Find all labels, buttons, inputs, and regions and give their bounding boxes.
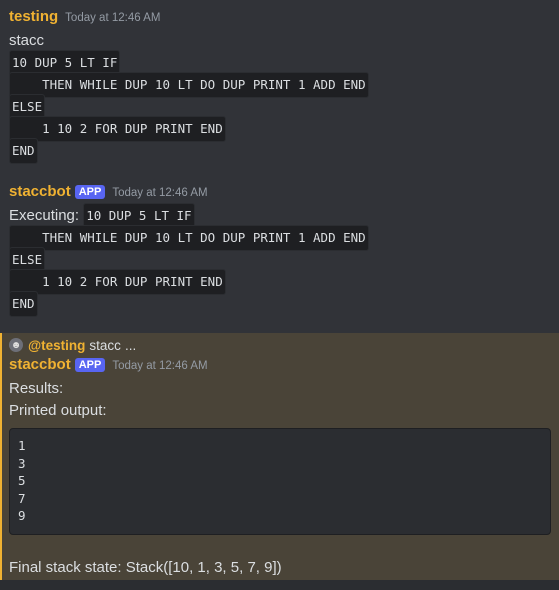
timestamp[interactable]: Today at 12:46 AM <box>65 12 160 24</box>
reply-ellipsis: ... <box>124 337 137 353</box>
reply-content[interactable]: stacc <box>89 338 121 353</box>
code-line-row: ELSE <box>9 94 559 120</box>
message-header: testing Today at 12:46 AM <box>9 8 559 30</box>
output-codeblock[interactable]: 1 3 5 7 9 <box>9 428 551 535</box>
inline-code: THEN WHILE DUP 10 LT DO DUP PRINT 1 ADD … <box>9 72 369 98</box>
executing-prefix: Executing: <box>9 207 84 224</box>
code-line-row: 1 10 2 FOR DUP PRINT END <box>9 269 559 295</box>
inline-code: END <box>9 291 38 317</box>
results-label: Results: <box>9 380 64 397</box>
author-name[interactable]: staccbot <box>9 183 71 200</box>
author-name[interactable]: staccbot <box>9 356 71 373</box>
output-line: 9 <box>18 508 26 523</box>
inline-code: 1 10 2 FOR DUP PRINT END <box>9 116 226 142</box>
code-line-row: THEN WHILE DUP 10 LT DO DUP PRINT 1 ADD … <box>9 225 559 251</box>
message-testing: testing Today at 12:46 AM stacc 10 DUP 5… <box>0 8 559 164</box>
message-staccbot-results: ☻ @testing stacc ... staccbot APP Today … <box>0 334 559 579</box>
bottom-divider <box>0 580 559 590</box>
author-name[interactable]: testing <box>9 8 58 25</box>
final-stack-state: Final stack state: Stack([10, 1, 3, 5, 7… <box>9 559 282 576</box>
message-text: stacc <box>9 32 45 49</box>
reply-avatar-icon: ☻ <box>9 338 23 352</box>
output-line: 1 <box>18 438 26 453</box>
app-badge: APP <box>74 358 106 372</box>
printed-output-label: Printed output: <box>9 402 107 419</box>
code-line-row: END <box>9 291 559 317</box>
reply-reference[interactable]: ☻ @testing stacc ... <box>9 334 559 356</box>
code-line-row: 10 DUP 5 LT IF <box>9 50 559 76</box>
reply-mention[interactable]: @testing <box>28 338 85 353</box>
code-line-row: END <box>9 138 559 164</box>
inline-code: 1 10 2 FOR DUP PRINT END <box>9 269 226 295</box>
code-line-row: Executing: 10 DUP 5 LT IF <box>9 203 559 229</box>
app-badge: APP <box>74 185 106 199</box>
timestamp[interactable]: Today at 12:46 AM <box>112 360 207 372</box>
timestamp[interactable]: Today at 12:46 AM <box>112 187 207 199</box>
output-line: 7 <box>18 490 26 506</box>
message-staccbot-executing: staccbot APP Today at 12:46 AM Executing… <box>0 183 559 317</box>
output-line: 5 <box>18 473 26 488</box>
inline-code: END <box>9 138 38 164</box>
code-line-row: ELSE <box>9 247 559 273</box>
message-header: staccbot APP Today at 12:46 AM <box>9 183 559 205</box>
output-line: 3 <box>18 455 26 471</box>
inline-code: THEN WHILE DUP 10 LT DO DUP PRINT 1 ADD … <box>9 225 369 251</box>
message-header: staccbot APP Today at 12:46 AM <box>9 356 559 378</box>
code-line-row: THEN WHILE DUP 10 LT DO DUP PRINT 1 ADD … <box>9 72 559 98</box>
code-line-row: 1 10 2 FOR DUP PRINT END <box>9 116 559 142</box>
